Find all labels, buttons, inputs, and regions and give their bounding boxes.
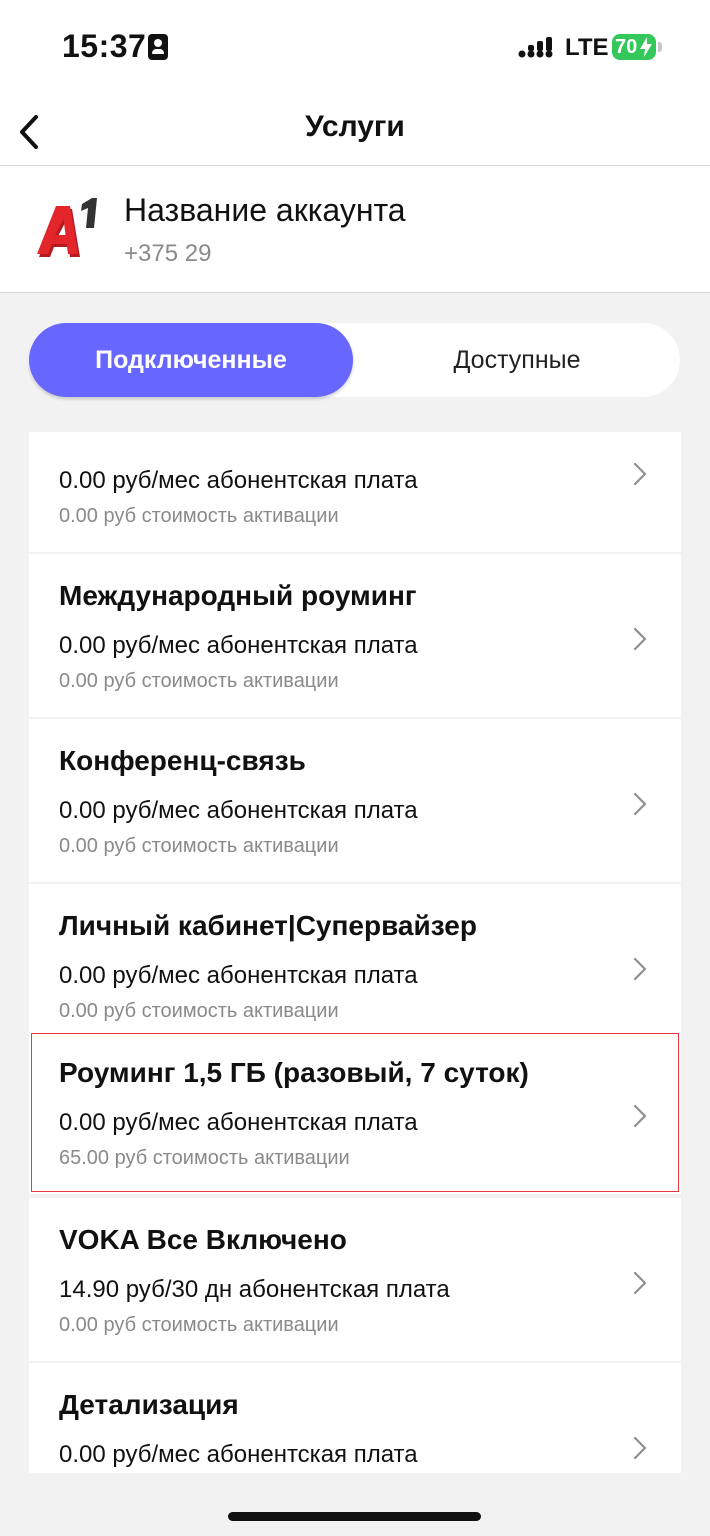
service-title: VOKA Все Включено: [59, 1224, 347, 1255]
service-fee: 14.90 руб/30 дн абонентская плата: [59, 1276, 450, 1303]
service-item[interactable]: Личный кабинет|Супервайзер 0.00 руб/мес …: [29, 884, 681, 1047]
service-title: Роуминг 1,5 ГБ (разовый, 7 суток): [59, 1057, 529, 1088]
network-type: LTE: [565, 34, 609, 61]
service-title: Личный кабинет|Супервайзер: [59, 910, 477, 941]
service-fee: 0.00 руб/мес абонентская плата: [59, 632, 418, 659]
contact-card-icon: [148, 34, 168, 60]
chevron-right-icon: [633, 1436, 647, 1460]
home-indicator[interactable]: [228, 1512, 481, 1521]
service-activation-cost: 65.00 руб стоимость активации: [59, 1147, 350, 1169]
battery-cap: [658, 42, 662, 52]
service-activation-cost: 0.00 руб стоимость активации: [59, 670, 339, 692]
service-item[interactable]: 0.00 руб/мес абонентская плата 0.00 руб …: [29, 432, 681, 552]
services-tabs: Подключенные Доступные: [28, 323, 680, 397]
service-item[interactable]: VOKA Все Включено 14.90 руб/30 дн абонен…: [29, 1198, 681, 1361]
chevron-right-icon: [633, 957, 647, 981]
service-fee: 0.00 руб/мес абонентская плата: [59, 1441, 418, 1468]
chevron-right-icon: [633, 1271, 647, 1295]
charging-bolt-icon: [640, 37, 652, 57]
service-activation-cost: 0.00 руб стоимость активации: [59, 1000, 339, 1022]
page-title: Услуги: [305, 110, 405, 143]
service-activation-cost: 0.00 руб стоимость активации: [59, 1314, 339, 1336]
service-item[interactable]: Международный роуминг 0.00 руб/мес абоне…: [29, 554, 681, 717]
service-item[interactable]: Детализация 0.00 руб/мес абонентская пла…: [29, 1363, 681, 1473]
status-bar: 15:37 LTE 70: [0, 0, 710, 96]
tab-connected[interactable]: Подключенные: [29, 323, 353, 397]
chevron-right-icon: [633, 792, 647, 816]
service-title: Детализация: [59, 1389, 239, 1420]
service-fee: 0.00 руб/мес абонентская плата: [59, 467, 418, 494]
status-time: 15:37: [62, 28, 147, 64]
chevron-right-icon: [633, 627, 647, 651]
service-item-highlighted[interactable]: Роуминг 1,5 ГБ (разовый, 7 суток) 0.00 р…: [29, 1031, 681, 1194]
account-phone: +375 29: [124, 240, 212, 267]
account-header: Название аккаунта +375 29: [0, 166, 710, 293]
service-item[interactable]: Конференц-связь 0.00 руб/мес абонентская…: [29, 719, 681, 882]
service-fee: 0.00 руб/мес абонентская плата: [59, 797, 418, 824]
service-fee: 0.00 руб/мес абонентская плата: [59, 1109, 418, 1136]
chevron-right-icon: [633, 462, 647, 486]
signal-strength-icon: [518, 37, 553, 58]
services-list: 0.00 руб/мес абонентская плата 0.00 руб …: [29, 432, 681, 1473]
account-name: Название аккаунта: [124, 192, 406, 228]
service-title: Международный роуминг: [59, 580, 417, 611]
service-activation-cost: 0.00 руб стоимость активации: [59, 835, 339, 857]
a1-logo-icon: [37, 198, 97, 257]
service-title: Конференц-связь: [59, 745, 306, 776]
chevron-right-icon: [633, 1104, 647, 1128]
service-activation-cost: 0.00 руб стоимость активации: [59, 505, 339, 527]
navigation-bar: Услуги: [0, 96, 710, 166]
tab-available[interactable]: Доступные: [354, 323, 680, 397]
service-fee: 0.00 руб/мес абонентская плата: [59, 962, 418, 989]
